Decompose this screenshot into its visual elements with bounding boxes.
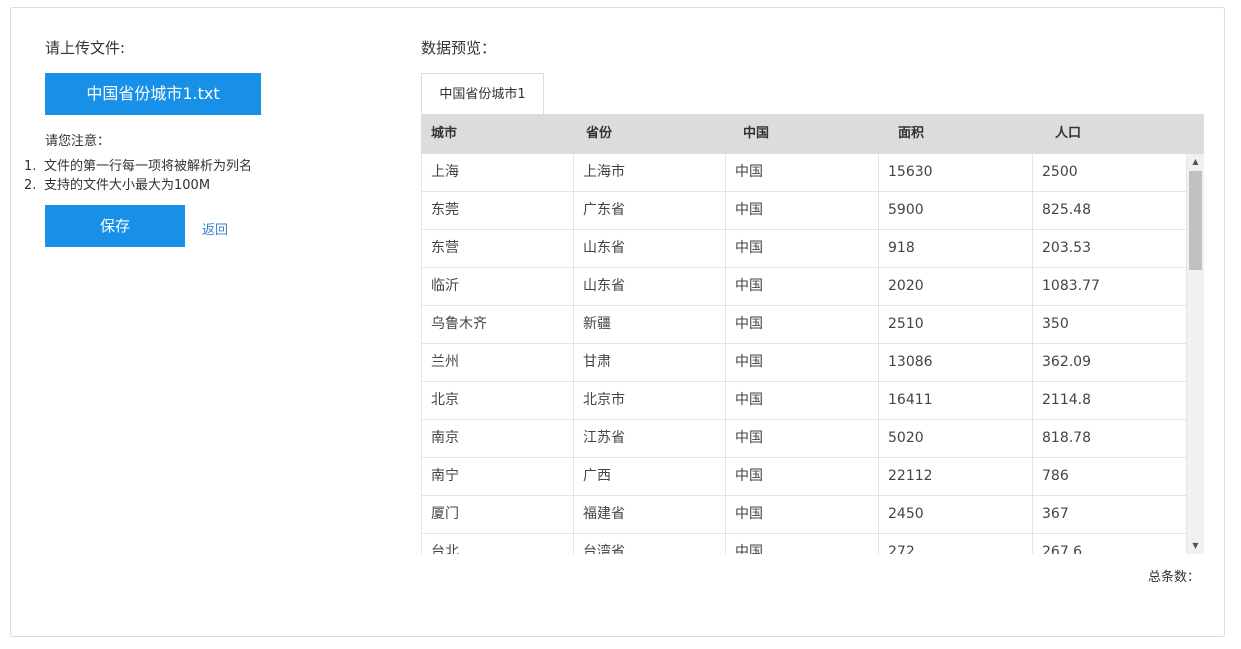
table-cell: 13086 bbox=[878, 344, 1032, 381]
preview-table: 城市 省份 中国 面积 人口 上海 上海市 中国 15630 2500 东莞 广东省 中国 59… bbox=[421, 114, 1204, 554]
table-cell: 广东省 bbox=[573, 192, 725, 229]
table-row[interactable]: 临沂 山东省 中国 2020 1083.77 bbox=[421, 268, 1187, 306]
preview-label: 数据预览： bbox=[421, 39, 497, 57]
table-cell: 广西 bbox=[573, 458, 725, 495]
table-cell: 北京市 bbox=[573, 382, 725, 419]
table-cell: 兰州 bbox=[421, 344, 573, 381]
table-cell: 东营 bbox=[421, 230, 573, 267]
table-cell: 267.6 bbox=[1032, 534, 1187, 554]
table-cell: 中国 bbox=[725, 154, 878, 191]
table-cell: 新疆 bbox=[573, 306, 725, 343]
table-row[interactable]: 兰州 甘肃 中国 13086 362.09 bbox=[421, 344, 1187, 382]
table-cell: 厦门 bbox=[421, 496, 573, 533]
table-cell: 甘肃 bbox=[573, 344, 725, 381]
table-cell: 中国 bbox=[725, 192, 878, 229]
table-cell: 山东省 bbox=[573, 268, 725, 305]
table-cell: 北京 bbox=[421, 382, 573, 419]
notice-text: 支持的文件大小最大为100M bbox=[44, 178, 211, 193]
back-link[interactable]: 返回 bbox=[202, 219, 228, 238]
table-cell: 中国 bbox=[725, 534, 878, 554]
table-body[interactable]: 上海 上海市 中国 15630 2500 东莞 广东省 中国 5900 825.48 东营 山东省 中国… bbox=[421, 154, 1187, 554]
table-row[interactable]: 厦门 福建省 中国 2450 367 bbox=[421, 496, 1187, 534]
table-row[interactable]: 东莞 广东省 中国 5900 825.48 bbox=[421, 192, 1187, 230]
notice-label: 请您注意： bbox=[45, 134, 111, 149]
table-header: 城市 省份 中国 面积 人口 bbox=[421, 114, 1204, 154]
file-upload-button[interactable]: 中国省份城市1.txt bbox=[45, 73, 261, 115]
table-cell: 中国 bbox=[725, 306, 878, 343]
table-cell: 中国 bbox=[725, 382, 878, 419]
table-cell: 2510 bbox=[878, 306, 1032, 343]
table-cell: 918 bbox=[878, 230, 1032, 267]
table-cell: 5900 bbox=[878, 192, 1032, 229]
table-cell: 2020 bbox=[878, 268, 1032, 305]
table-cell: 江苏省 bbox=[573, 420, 725, 457]
column-header-area[interactable]: 面积 bbox=[898, 114, 924, 154]
table-cell: 362.09 bbox=[1032, 344, 1187, 381]
table-cell: 乌鲁木齐 bbox=[421, 306, 573, 343]
table-cell: 临沂 bbox=[421, 268, 573, 305]
table-row[interactable]: 南京 江苏省 中国 5020 818.78 bbox=[421, 420, 1187, 458]
table-row[interactable]: 上海 上海市 中国 15630 2500 bbox=[421, 154, 1187, 192]
table-row[interactable]: 乌鲁木齐 新疆 中国 2510 350 bbox=[421, 306, 1187, 344]
upload-label: 请上传文件: bbox=[45, 39, 126, 57]
notice-number: 2. bbox=[24, 178, 37, 193]
table-cell: 2500 bbox=[1032, 154, 1187, 191]
table-cell: 5020 bbox=[878, 420, 1032, 457]
table-cell: 2450 bbox=[878, 496, 1032, 533]
table-row[interactable]: 南宁 广西 中国 22112 786 bbox=[421, 458, 1187, 496]
table-cell: 中国 bbox=[725, 458, 878, 495]
notice-item: 1. 文件的第一行每一项将被解析为列名 bbox=[24, 157, 252, 176]
table-cell: 中国 bbox=[725, 268, 878, 305]
notice-list: 1. 文件的第一行每一项将被解析为列名 2. 支持的文件大小最大为100M bbox=[24, 157, 252, 195]
table-scrollbar[interactable]: ▲ ▼ bbox=[1187, 154, 1204, 554]
scroll-down-arrow-icon[interactable]: ▼ bbox=[1187, 538, 1204, 554]
table-cell: 1083.77 bbox=[1032, 268, 1187, 305]
table-cell: 中国 bbox=[725, 230, 878, 267]
save-button[interactable]: 保存 bbox=[45, 205, 185, 247]
table-cell: 272 bbox=[878, 534, 1032, 554]
table-row[interactable]: 台北 台湾省 中国 272 267.6 bbox=[421, 534, 1187, 554]
column-header-country[interactable]: 中国 bbox=[743, 114, 769, 154]
table-cell: 203.53 bbox=[1032, 230, 1187, 267]
table-cell: 台北 bbox=[421, 534, 573, 554]
table-cell: 818.78 bbox=[1032, 420, 1187, 457]
notice-text: 文件的第一行每一项将被解析为列名 bbox=[44, 159, 253, 174]
table-cell: 350 bbox=[1032, 306, 1187, 343]
column-header-city[interactable]: 城市 bbox=[431, 114, 457, 154]
scroll-up-arrow-icon[interactable]: ▲ bbox=[1187, 154, 1204, 170]
table-cell: 南京 bbox=[421, 420, 573, 457]
notice-item: 2. 支持的文件大小最大为100M bbox=[24, 176, 252, 195]
table-cell: 786 bbox=[1032, 458, 1187, 495]
total-count-label: 总条数： bbox=[1148, 570, 1201, 585]
table-cell: 16411 bbox=[878, 382, 1032, 419]
table-cell: 南宁 bbox=[421, 458, 573, 495]
table-cell: 东莞 bbox=[421, 192, 573, 229]
table-row[interactable]: 东营 山东省 中国 918 203.53 bbox=[421, 230, 1187, 268]
table-cell: 15630 bbox=[878, 154, 1032, 191]
notice-number: 1. bbox=[24, 159, 37, 174]
table-cell: 山东省 bbox=[573, 230, 725, 267]
table-cell: 中国 bbox=[725, 344, 878, 381]
table-cell: 367 bbox=[1032, 496, 1187, 533]
table-cell: 台湾省 bbox=[573, 534, 725, 554]
table-cell: 上海市 bbox=[573, 154, 725, 191]
table-cell: 825.48 bbox=[1032, 192, 1187, 229]
table-cell: 中国 bbox=[725, 496, 878, 533]
table-cell: 22112 bbox=[878, 458, 1032, 495]
table-cell: 上海 bbox=[421, 154, 573, 191]
table-cell: 中国 bbox=[725, 420, 878, 457]
table-row[interactable]: 北京 北京市 中国 16411 2114.8 bbox=[421, 382, 1187, 420]
table-cell: 2114.8 bbox=[1032, 382, 1187, 419]
column-header-population[interactable]: 人口 bbox=[1055, 114, 1081, 154]
column-header-province[interactable]: 省份 bbox=[586, 114, 612, 154]
table-cell: 福建省 bbox=[573, 496, 725, 533]
scrollbar-thumb[interactable] bbox=[1189, 171, 1202, 270]
tab-preview-file[interactable]: 中国省份城市1 bbox=[421, 73, 544, 115]
